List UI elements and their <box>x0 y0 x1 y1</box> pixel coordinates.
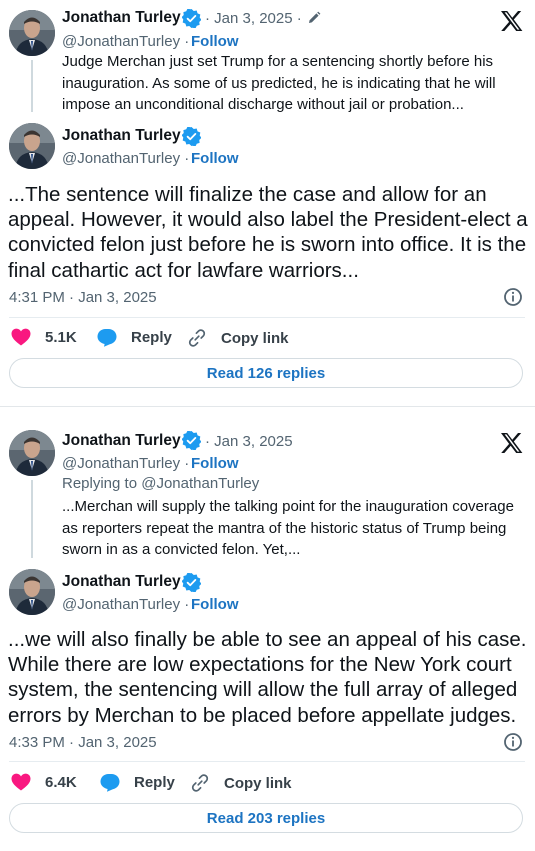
quoted-author-handle[interactable]: @JonathanTurley · <box>62 455 189 472</box>
like-count: 5.1K <box>45 328 77 346</box>
like-button[interactable]: 6.4K <box>11 773 77 791</box>
copy-link-button[interactable]: Copy link <box>190 773 292 793</box>
divider <box>9 761 525 762</box>
author-handle[interactable]: @JonathanTurley · <box>62 596 189 613</box>
quoted-date: · Jan 3, 2025 · <box>205 10 302 27</box>
copy-link-button[interactable]: Copy link <box>187 328 289 348</box>
author-name[interactable]: Jonathan Turley <box>62 127 181 145</box>
thread-line <box>31 480 33 558</box>
card-separator <box>0 406 535 407</box>
heart-icon <box>11 773 31 791</box>
quoted-tweet-text: ...Merchan will supply the talking point… <box>62 498 514 558</box>
verified-badge-icon <box>182 127 201 146</box>
author-handle[interactable]: @JonathanTurley · <box>62 150 189 167</box>
copy-link-icon <box>188 329 206 347</box>
copy-link-label: Copy link <box>221 329 289 347</box>
verified-badge-icon <box>182 431 201 450</box>
follow-button[interactable]: Follow <box>191 33 239 50</box>
avatar[interactable] <box>9 123 55 169</box>
author-name[interactable]: Jonathan Turley <box>62 573 181 591</box>
replying-to[interactable]: Replying to @JonathanTurley <box>62 475 259 492</box>
heart-icon <box>11 328 31 346</box>
tweet-timestamp[interactable]: 4:33 PM · Jan 3, 2025 <box>9 734 157 751</box>
follow-button[interactable]: Follow <box>191 150 239 167</box>
embedded-tweet-card-1: Jonathan Turley · Jan 3, 2025 · @Jonatha… <box>0 0 535 406</box>
read-replies-button[interactable]: Read 203 replies <box>9 803 523 833</box>
info-icon[interactable] <box>503 287 523 307</box>
like-count: 6.4K <box>45 773 77 791</box>
reply-icon <box>100 774 120 792</box>
info-icon[interactable] <box>503 732 523 752</box>
edit-pencil-icon <box>309 11 321 23</box>
reply-icon <box>97 329 117 347</box>
quoted-author-handle[interactable]: @JonathanTurley · <box>62 33 189 50</box>
avatar[interactable] <box>9 430 55 476</box>
follow-button[interactable]: Follow <box>191 596 239 613</box>
thread-line <box>31 60 33 112</box>
follow-button[interactable]: Follow <box>191 455 239 472</box>
reply-label: Reply <box>134 774 175 791</box>
copy-link-label: Copy link <box>224 774 292 792</box>
tweet-text: ...The sentence will finalize the case a… <box>8 183 528 282</box>
x-logo-icon[interactable] <box>500 432 524 454</box>
verified-badge-icon <box>182 573 201 592</box>
embedded-tweet-card-2: Jonathan Turley · Jan 3, 2025 @JonathanT… <box>0 416 535 851</box>
read-replies-button[interactable]: Read 126 replies <box>9 358 523 388</box>
tweet-timestamp[interactable]: 4:31 PM · Jan 3, 2025 <box>9 289 157 306</box>
tweet-text: ...we will also finally be able to see a… <box>8 628 527 727</box>
avatar[interactable] <box>9 10 55 56</box>
quoted-author-name[interactable]: Jonathan Turley <box>62 9 181 27</box>
verified-badge-icon <box>182 9 201 28</box>
avatar[interactable] <box>9 569 55 615</box>
like-button[interactable]: 5.1K <box>11 328 77 346</box>
quoted-author-name[interactable]: Jonathan Turley <box>62 432 181 450</box>
reply-button[interactable]: Reply <box>97 328 172 347</box>
copy-link-icon <box>191 774 209 792</box>
divider <box>9 317 525 318</box>
reply-button[interactable]: Reply <box>100 773 175 792</box>
x-logo-icon[interactable] <box>500 10 524 32</box>
reply-label: Reply <box>131 329 172 346</box>
quoted-tweet-text: Judge Merchan just set Trump for a sente… <box>62 53 496 113</box>
quoted-date: · Jan 3, 2025 <box>205 433 293 450</box>
